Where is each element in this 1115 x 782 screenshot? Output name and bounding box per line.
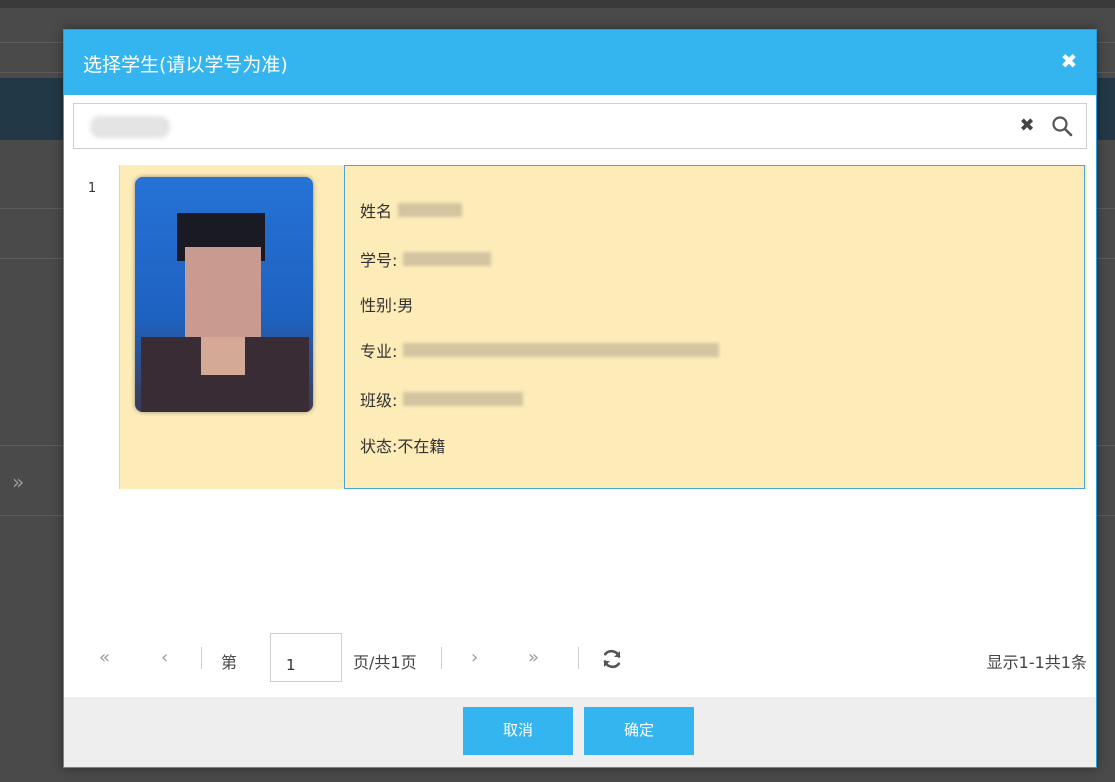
- status-label: 状态:: [360, 437, 398, 456]
- select-student-dialog: 选择学生(请以学号为准) ✖ ✖ 1 姓名 学号: 性别: 男 专业: 班级: …: [63, 29, 1097, 768]
- gender-label: 性别:: [360, 296, 398, 315]
- student-id-line: 学号:: [360, 248, 492, 270]
- major-value-redacted: [403, 343, 720, 357]
- pager-separator: [441, 647, 442, 669]
- search-icon[interactable]: [1050, 114, 1074, 138]
- record-count-text: 显示1-1共1条: [986, 653, 1087, 672]
- class-label: 班级:: [360, 391, 398, 410]
- first-page-icon[interactable]: «: [99, 647, 110, 668]
- major-line: 专业:: [360, 339, 720, 361]
- student-photo: [135, 177, 313, 412]
- pagination-bar: « ‹ 第 页/共1页 › » 显示1-1共1条: [73, 633, 1087, 683]
- student-result-row[interactable]: 1 姓名 学号: 性别: 男 专业: 班级: 状态: 不在籍: [73, 165, 1087, 489]
- student-id-label: 学号:: [360, 251, 398, 270]
- search-input-value-redacted: [90, 116, 170, 138]
- prev-page-icon[interactable]: ‹: [161, 647, 168, 668]
- name-line: 姓名: [360, 199, 463, 221]
- refresh-icon[interactable]: [600, 647, 624, 671]
- gender-line: 性别: 男: [360, 293, 413, 315]
- last-page-icon[interactable]: »: [528, 647, 539, 668]
- dialog-header: 选择学生(请以学号为准) ✖: [64, 30, 1096, 95]
- search-input[interactable]: ✖: [73, 103, 1087, 149]
- class-line: 班级:: [360, 388, 524, 410]
- name-label: 姓名: [360, 202, 393, 221]
- major-label: 专业:: [360, 342, 398, 361]
- status-value: 不在籍: [397, 437, 446, 456]
- next-page-icon[interactable]: ›: [471, 647, 478, 668]
- status-line: 状态: 不在籍: [360, 434, 445, 456]
- row-number: 1: [87, 181, 97, 196]
- name-value-redacted: [398, 203, 463, 217]
- page-suffix: 页/共1页: [353, 653, 417, 672]
- pager-separator: [201, 647, 202, 669]
- background-top-strip: [0, 0, 1115, 8]
- student-info-card: 姓名 学号: 性别: 男 专业: 班级: 状态: 不在籍: [344, 165, 1085, 489]
- pager-separator: [578, 647, 579, 669]
- confirm-button[interactable]: 确定: [584, 707, 694, 755]
- expand-arrow-icon: »: [12, 470, 25, 494]
- student-id-value-redacted: [403, 252, 492, 266]
- page-prefix: 第: [221, 653, 238, 672]
- row-number-cell: 1: [73, 165, 120, 489]
- dialog-title: 选择学生(请以学号为准): [83, 54, 288, 76]
- page-number-input[interactable]: [270, 633, 342, 682]
- dialog-footer: 取消 确定: [64, 697, 1096, 767]
- gender-value: 男: [397, 296, 414, 315]
- clear-icon[interactable]: ✖: [1016, 115, 1038, 137]
- cancel-button[interactable]: 取消: [463, 707, 573, 755]
- close-icon[interactable]: ✖: [1058, 50, 1080, 72]
- class-value-redacted: [403, 392, 524, 406]
